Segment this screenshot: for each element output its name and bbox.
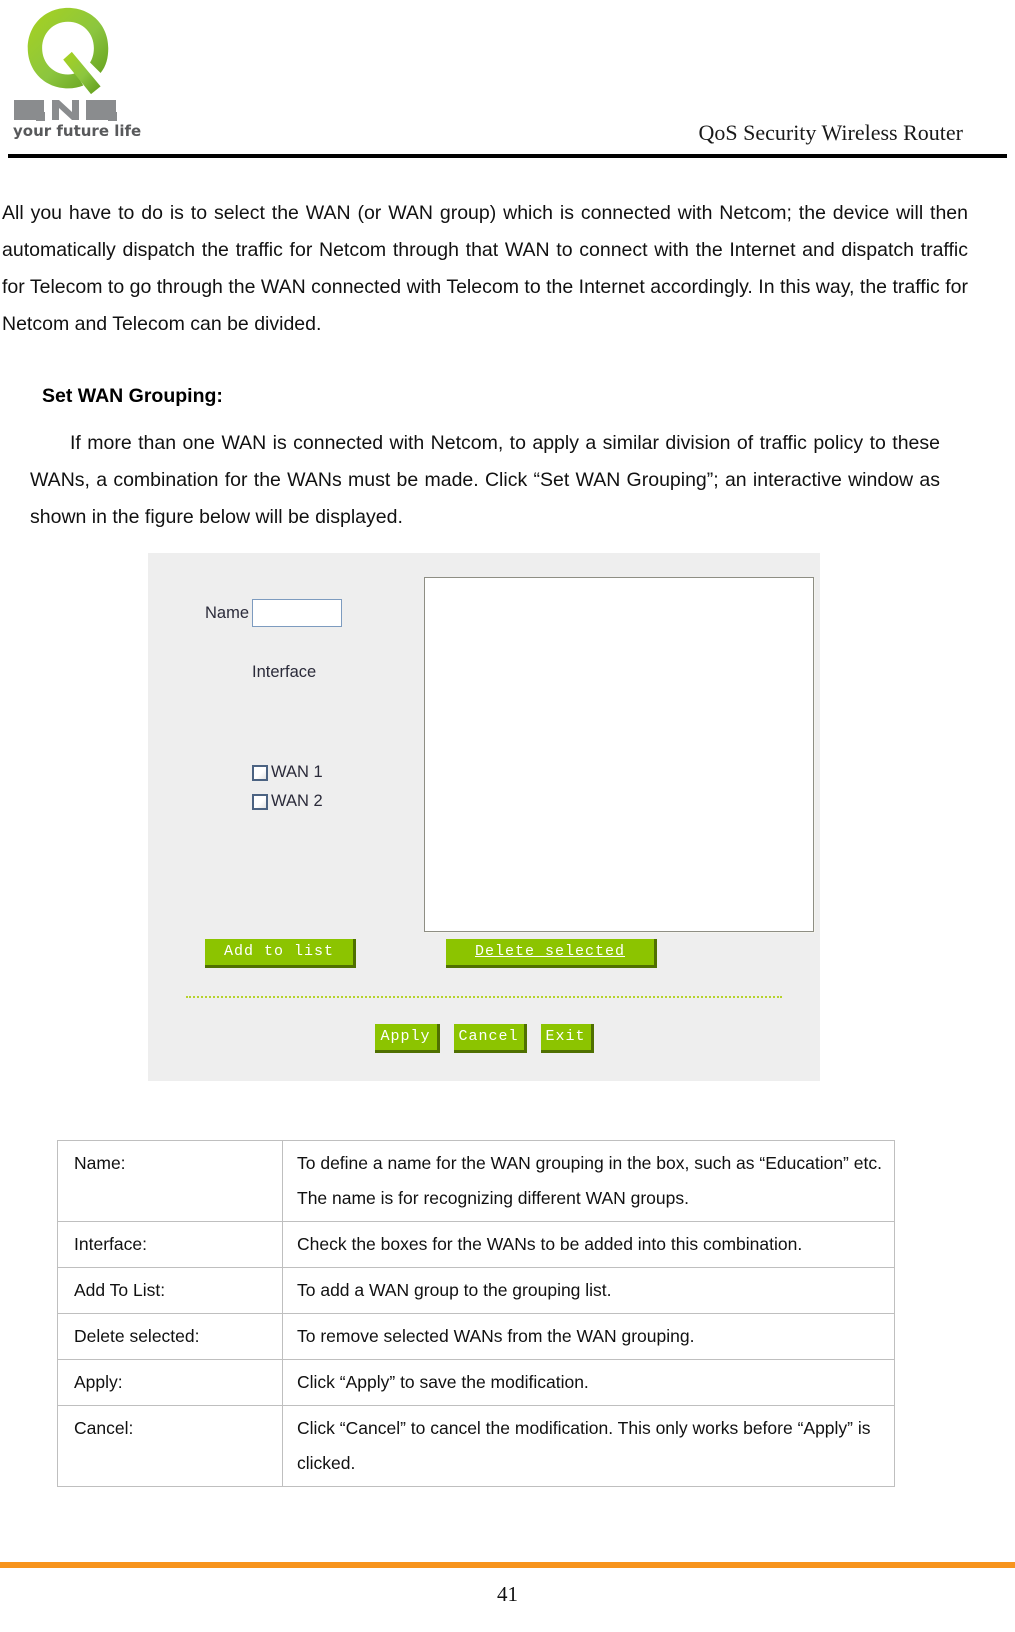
delete-selected-button[interactable]: Delete selected [446,939,657,968]
table-row: Name: To define a name for the WAN group… [57,1140,895,1222]
page-title: QoS Security Wireless Router [698,120,963,145]
checkbox-label-wan-2: WAN 2 [271,792,323,810]
table-cell-term: Apply: [57,1359,283,1406]
dialog-separator [186,996,782,1000]
table-row: Cancel: Click “Cancel” to cancel the mod… [57,1405,895,1487]
name-input[interactable] [252,599,343,627]
table-cell-term: Name: [57,1140,283,1222]
logo-tagline: your future life [13,122,142,140]
table-cell-description: To remove selected WANs from the WAN gro… [282,1313,895,1360]
page-header: your future life QoS Security Wireless R… [0,0,1015,158]
table-row: Delete selected: To remove selected WANs… [57,1313,895,1360]
add-to-list-button[interactable]: Add to list [205,939,356,968]
table-row: Apply: Click “Apply” to save the modific… [57,1359,895,1406]
set-wan-grouping-dialog: Name Interface WAN 1 WAN 2 Add to list D… [148,553,820,1081]
checkbox-label-wan-1: WAN 1 [271,763,323,781]
logo-q-mark-icon [27,7,109,95]
interface-checkbox-row[interactable]: WAN 1 [252,763,323,782]
table-cell-term: Add To List: [57,1267,283,1314]
table-cell-term: Cancel: [57,1405,283,1487]
dialog-left-column: Name Interface WAN 1 WAN 2 [148,553,416,1081]
name-field-row: Name [205,599,343,627]
table-cell-description: Click “Cancel” to cancel the modificatio… [282,1405,895,1487]
interface-checkbox-list: WAN 1 WAN 2 [252,763,323,821]
table-cell-description: To add a WAN group to the grouping list. [282,1267,895,1314]
apply-button[interactable]: Apply [374,1024,440,1053]
table-cell-term: Delete selected: [57,1313,283,1360]
field-description-table: Name: To define a name for the WAN group… [57,1140,895,1487]
table-cell-description: Click “Apply” to save the modification. [282,1359,895,1406]
header-divider [8,154,1007,158]
table-cell-description: Check the boxes for the WANs to be added… [282,1221,895,1268]
exit-button[interactable]: Exit [540,1024,594,1053]
cancel-button[interactable]: Cancel [453,1024,527,1053]
dialog-action-bar: Apply Cancel Exit [148,1024,820,1053]
interface-label: Interface [252,663,317,681]
intro-paragraph: All you have to do is to select the WAN … [2,202,968,335]
logo-qno-wordmark-icon [14,100,117,121]
checkbox-wan-1[interactable] [252,764,268,781]
page-number: 41 [497,1582,518,1606]
table-row: Add To List: To add a WAN group to the g… [57,1267,895,1314]
table-row: Interface: Check the boxes for the WANs … [57,1221,895,1268]
interface-checkbox-row[interactable]: WAN 2 [252,792,323,811]
footer-divider [0,1562,1015,1568]
qno-logo: your future life [8,4,158,146]
wan-grouping-list-panel[interactable] [424,577,814,932]
section-heading: Set WAN Grouping: [42,385,223,407]
table-cell-description: To define a name for the WAN grouping in… [282,1140,895,1222]
checkbox-wan-2[interactable] [252,793,268,810]
name-label: Name [205,603,250,622]
table-cell-term: Interface: [57,1221,283,1268]
grouping-paragraph: If more than one WAN is connected with N… [30,432,940,528]
